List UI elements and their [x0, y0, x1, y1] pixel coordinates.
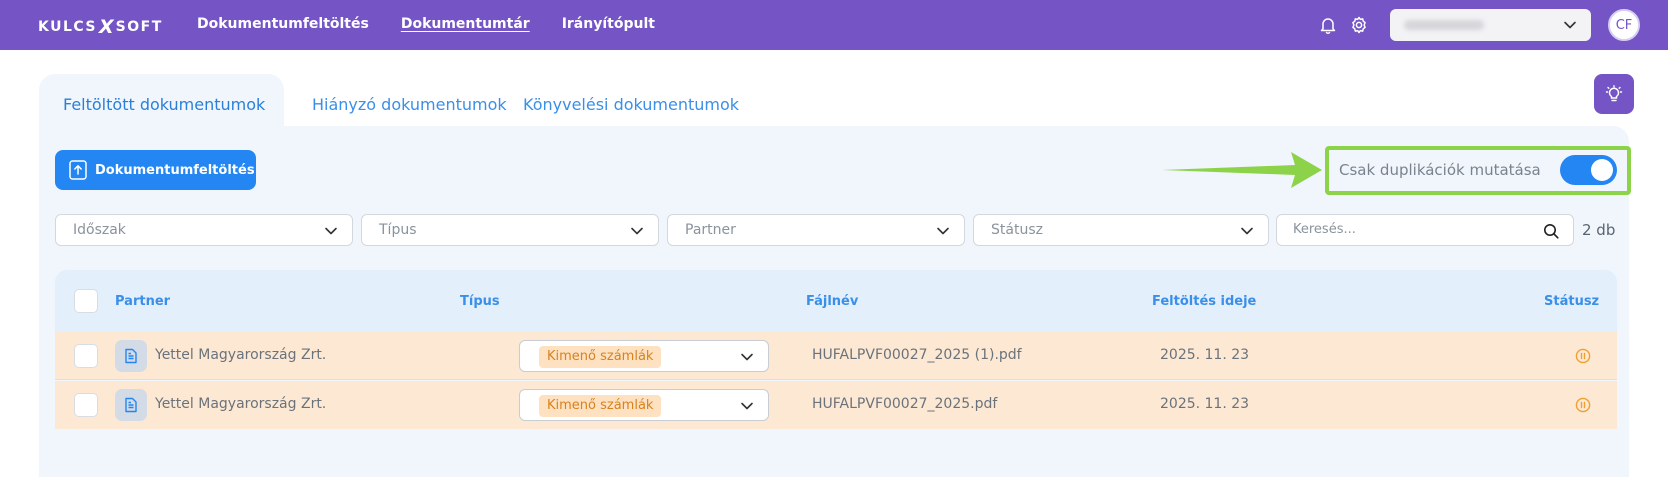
row-filename[interactable]: HUFALPVF00027_2025 (1).pdf	[812, 347, 1022, 363]
type-filter-label: Típus	[379, 222, 417, 238]
column-filename[interactable]: Fájlnév	[806, 294, 858, 309]
logo-x: X	[99, 16, 114, 38]
nav-dashboard[interactable]: Irányítópult	[562, 16, 655, 32]
gear-icon[interactable]	[1349, 15, 1369, 35]
upload-icon	[69, 160, 87, 180]
logo-right: SOFT	[115, 19, 163, 35]
type-badge: Kimenő számlák	[539, 395, 662, 417]
nav-upload[interactable]: Dokumentumfeltöltés	[197, 16, 369, 32]
pending-status-icon	[1575, 348, 1591, 364]
search-input[interactable]: Keresés...	[1276, 214, 1574, 246]
bell-icon[interactable]	[1318, 15, 1338, 35]
table-row[interactable]: Yettel Magyarország Zrt. Kimenő számlák …	[55, 332, 1617, 380]
lightbulb-icon	[1605, 85, 1623, 102]
period-filter-label: Időszak	[73, 222, 126, 238]
logo[interactable]: KULCS X SOFT	[38, 16, 163, 38]
row-partner: Yettel Magyarország Zrt.	[155, 347, 327, 363]
search-icon[interactable]	[1543, 223, 1559, 239]
chevron-down-icon	[741, 353, 753, 361]
chevron-down-icon	[1241, 227, 1253, 235]
document-icon	[115, 389, 147, 421]
company-select[interactable]	[1390, 9, 1591, 41]
row-upload-date: 2025. 11. 23	[1160, 396, 1250, 412]
table-row[interactable]: Yettel Magyarország Zrt. Kimenő számlák …	[55, 381, 1617, 429]
row-upload-date: 2025. 11. 23	[1160, 347, 1250, 363]
chevron-down-icon	[325, 227, 337, 235]
chevron-down-icon	[937, 227, 949, 235]
status-filter[interactable]: Státusz	[973, 214, 1269, 246]
tab-accounting-documents[interactable]: Könyvelési dokumentumok	[523, 95, 739, 114]
column-type[interactable]: Típus	[460, 294, 500, 309]
tab-uploaded-documents[interactable]: Feltöltött dokumentumok	[63, 95, 265, 114]
row-type-select[interactable]: Kimenő számlák	[519, 389, 769, 421]
duplicates-toggle[interactable]	[1560, 155, 1617, 185]
row-filename[interactable]: HUFALPVF00027_2025.pdf	[812, 396, 997, 412]
status-filter-label: Státusz	[991, 222, 1043, 238]
nav-documents[interactable]: Dokumentumtár	[401, 16, 530, 32]
row-type-select[interactable]: Kimenő számlák	[519, 340, 769, 372]
main-nav: Dokumentumfeltöltés Dokumentumtár Irányí…	[197, 16, 687, 32]
search-placeholder: Keresés...	[1293, 222, 1356, 237]
result-count: 2 db	[1582, 221, 1616, 239]
type-filter[interactable]: Típus	[361, 214, 659, 246]
select-all-checkbox[interactable]	[74, 289, 98, 313]
period-filter[interactable]: Időszak	[55, 214, 353, 246]
duplicates-toggle-label: Csak duplikációk mutatása	[1339, 161, 1541, 179]
annotation-arrow-icon	[1162, 152, 1322, 188]
row-partner: Yettel Magyarország Zrt.	[155, 396, 327, 412]
upload-button-label: Dokumentumfeltöltés	[95, 162, 255, 178]
logo-left: KULCS	[38, 19, 98, 35]
lightbulb-button[interactable]	[1594, 74, 1634, 114]
tab-missing-documents[interactable]: Hiányzó dokumentumok	[312, 95, 507, 114]
type-badge: Kimenő számlák	[539, 346, 662, 368]
document-icon	[115, 340, 147, 372]
row-checkbox[interactable]	[74, 393, 98, 417]
avatar[interactable]: CF	[1608, 9, 1640, 41]
partner-filter-label: Partner	[685, 222, 736, 238]
partner-filter[interactable]: Partner	[667, 214, 965, 246]
upload-document-button[interactable]: Dokumentumfeltöltés	[55, 150, 256, 190]
chevron-down-icon	[741, 402, 753, 410]
column-status[interactable]: Státusz	[1544, 294, 1599, 309]
toggle-knob	[1591, 159, 1613, 181]
chevron-down-icon	[1564, 21, 1576, 29]
column-upload-time[interactable]: Feltöltés ideje	[1152, 294, 1256, 309]
pending-status-icon	[1575, 397, 1591, 413]
company-name-redacted	[1404, 20, 1484, 30]
chevron-down-icon	[631, 227, 643, 235]
top-bar: KULCS X SOFT Dokumentumfeltöltés Dokumen…	[0, 0, 1668, 50]
column-partner[interactable]: Partner	[115, 294, 170, 309]
row-checkbox[interactable]	[74, 344, 98, 368]
